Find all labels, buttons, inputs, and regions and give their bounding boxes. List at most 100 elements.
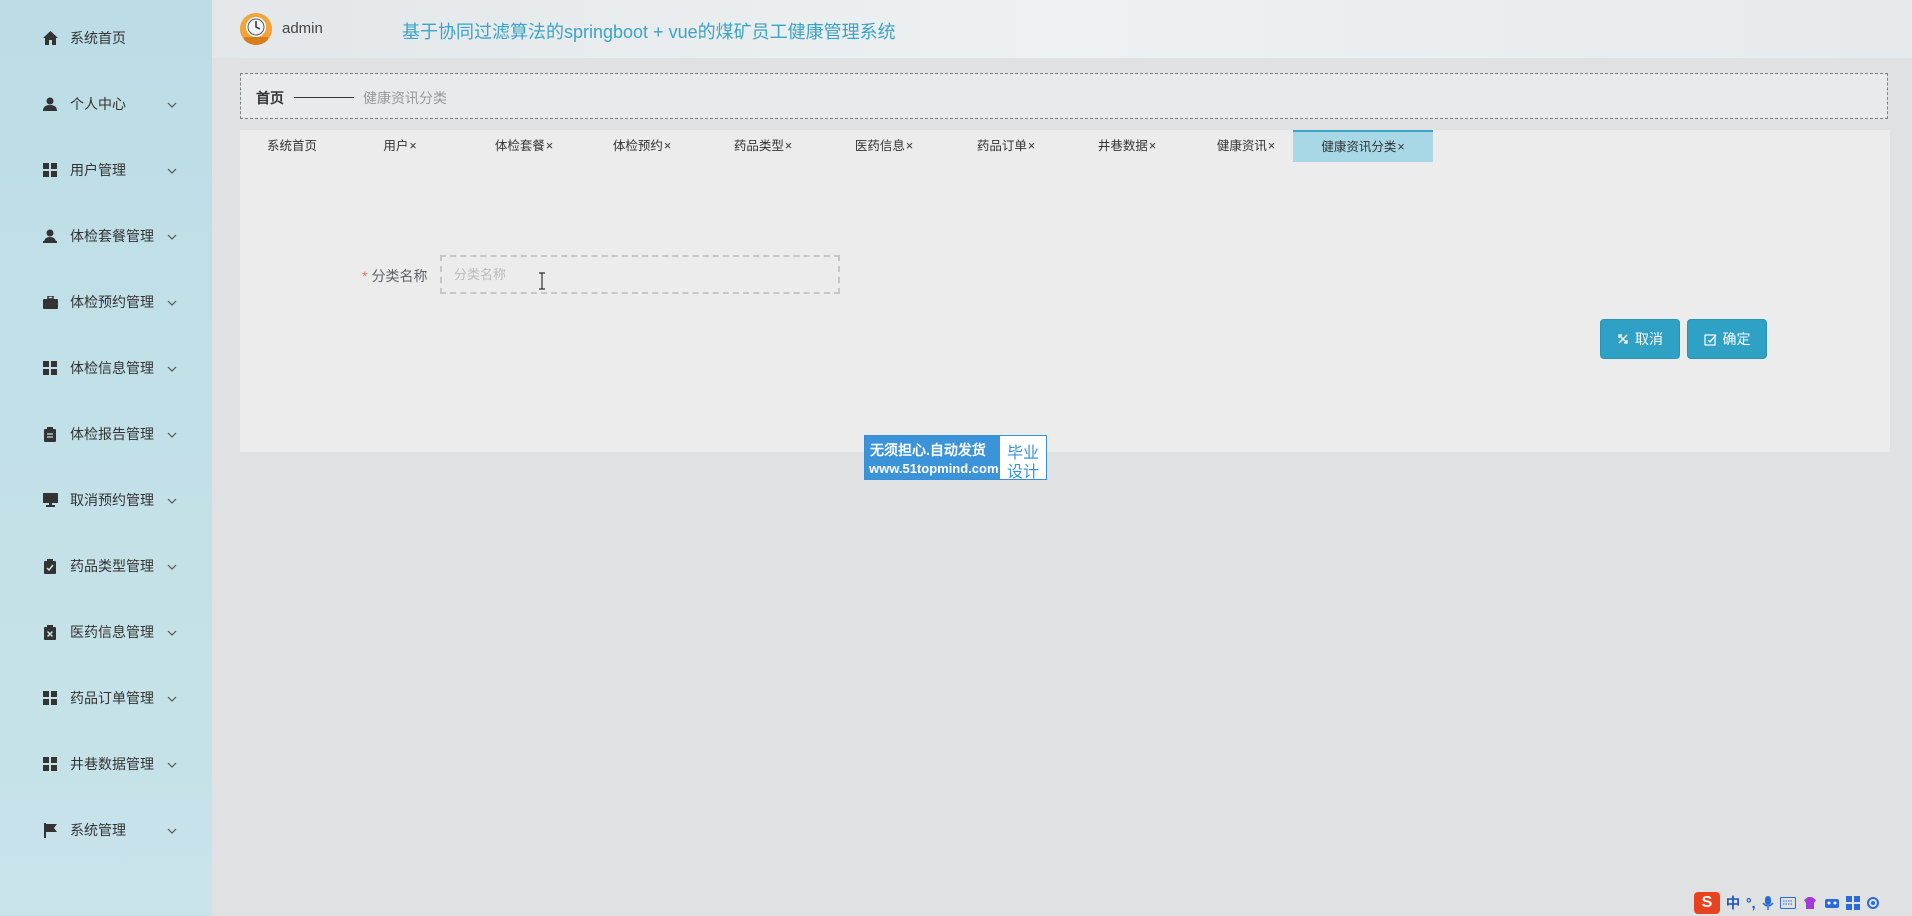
ime-logo-icon[interactable]: S <box>1694 892 1720 914</box>
chevron-down-icon <box>166 824 178 836</box>
briefcase-icon <box>42 294 58 310</box>
watermark-badge: 无须担心.自动发货 www.51topmind.com 毕业 设计 <box>864 435 1047 481</box>
text-cursor-icon <box>539 272 545 290</box>
confirm-button[interactable]: 确定 <box>1687 319 1767 359</box>
watermark-left: 无须担心.自动发货 www.51topmind.com <box>865 436 1000 479</box>
tab-close-icon[interactable]: × <box>664 139 671 153</box>
tab-4[interactable]: 药品类型× <box>698 130 828 162</box>
sidebar-item-3[interactable]: 体检套餐管理 <box>0 216 212 256</box>
sidebar-item-10[interactable]: 药品订单管理 <box>0 678 212 718</box>
breadcrumb-home[interactable]: 首页 <box>256 88 284 108</box>
grid-icon <box>42 162 58 178</box>
chevron-down-icon <box>166 560 178 572</box>
sidebar: 系统首页个人中心用户管理体检套餐管理 体检预约管理体检信息管理体检报告管理取消预约… <box>0 0 212 916</box>
grid-icon <box>42 360 58 376</box>
category-name-label: * 分类名称 <box>362 266 427 286</box>
sidebar-item-label: 药品订单管理 <box>70 690 154 706</box>
tab-label: 井巷数据 <box>1097 139 1148 153</box>
settings-icon[interactable] <box>1866 896 1880 910</box>
grid-icon <box>42 756 58 772</box>
tab-label: 系统首页 <box>266 139 317 153</box>
tab-7[interactable]: 井巷数据× <box>1061 130 1193 162</box>
chevron-down-icon <box>166 230 178 242</box>
sidebar-item-label: 医药信息管理 <box>70 624 154 640</box>
tab-0[interactable]: 系统首页 <box>240 130 344 162</box>
tab-label: 健康资讯 <box>1216 139 1267 153</box>
chevron-down-icon <box>166 626 178 638</box>
username[interactable]: admin <box>282 20 323 37</box>
tab-close-icon[interactable]: × <box>906 139 913 153</box>
sidebar-item-8[interactable]: 药品类型管理 <box>0 546 212 586</box>
system-title: 基于协同过滤算法的springboot + vue的煤矿员工健康管理系统 <box>402 22 896 42</box>
avatar[interactable] <box>240 13 272 45</box>
tab-9[interactable]: 健康资讯分类× <box>1293 130 1433 162</box>
sidebar-item-2[interactable]: 用户管理 <box>0 150 212 190</box>
sidebar-item-label: 个人中心 <box>70 96 126 112</box>
person-icon <box>42 96 58 112</box>
sidebar-item-9[interactable]: 医药信息管理 <box>0 612 212 652</box>
toolbox-icon[interactable] <box>1824 897 1840 909</box>
tab-5[interactable]: 医药信息× <box>819 130 949 162</box>
cancel-button-label: 取消 <box>1635 331 1663 347</box>
chevron-down-icon <box>166 98 178 110</box>
clipboard-x-icon <box>42 624 58 640</box>
chevron-down-icon <box>166 692 178 704</box>
cancel-icon <box>1618 334 1628 344</box>
watermark-line2: www.51topmind.com <box>869 461 999 476</box>
tab-1[interactable]: 用户× <box>344 130 456 162</box>
tab-label: 用户 <box>383 139 409 153</box>
monitor-icon <box>42 492 58 508</box>
tab-close-icon[interactable]: × <box>546 139 553 153</box>
sidebar-item-5[interactable]: 体检信息管理 <box>0 348 212 388</box>
cancel-button[interactable]: 取消 <box>1600 319 1680 359</box>
tab-2[interactable]: 体检套餐× <box>456 130 592 162</box>
tab-label: 药品类型 <box>733 139 784 153</box>
sidebar-item-11[interactable]: 井巷数据管理 <box>0 744 212 784</box>
chevron-down-icon <box>166 296 178 308</box>
ime-mode[interactable]: 中 <box>1726 893 1740 913</box>
chevron-down-icon <box>166 428 178 440</box>
sidebar-item-6[interactable]: 体检报告管理 <box>0 414 212 454</box>
sidebar-item-0[interactable]: 系统首页 <box>0 18 212 58</box>
tab-8[interactable]: 健康资讯× <box>1182 130 1310 162</box>
ime-tray: S 中 °, <box>1694 890 1912 916</box>
breadcrumb: 首页 健康资讯分类 <box>240 73 1888 119</box>
sidebar-item-label: 体检报告管理 <box>70 426 154 442</box>
avatar-image <box>240 13 272 45</box>
flag-icon <box>42 822 58 838</box>
sidebar-item-1[interactable]: 个人中心 <box>0 84 212 124</box>
category-name-label-text: 分类名称 <box>371 268 428 284</box>
chevron-down-icon <box>166 758 178 770</box>
sidebar-item-label: 药品类型管理 <box>70 558 154 574</box>
tab-label: 健康资讯分类 <box>1321 140 1397 154</box>
tab-label: 药品订单 <box>976 139 1027 153</box>
tab-6[interactable]: 药品订单× <box>940 130 1072 162</box>
tab-close-icon[interactable]: × <box>409 139 416 153</box>
chevron-down-icon <box>166 164 178 176</box>
sidebar-item-label: 体检预约管理 <box>70 294 154 310</box>
tab-close-icon[interactable]: × <box>1268 139 1275 153</box>
breadcrumb-current: 健康资讯分类 <box>363 90 447 106</box>
microphone-icon[interactable] <box>1761 895 1774 911</box>
sidebar-item-label: 用户管理 <box>70 162 126 178</box>
tab-close-icon[interactable]: × <box>1397 140 1404 154</box>
sidebar-item-7[interactable]: 取消预约管理 <box>0 480 212 520</box>
sidebar-item-label: 体检套餐管理 <box>70 228 154 244</box>
tab-close-icon[interactable]: × <box>785 139 792 153</box>
tab-3[interactable]: 体检预约× <box>577 130 707 162</box>
sidebar-item-label: 系统管理 <box>70 822 126 838</box>
ime-punct[interactable]: °, <box>1746 895 1756 911</box>
tab-close-icon[interactable]: × <box>1149 139 1156 153</box>
skin-icon[interactable] <box>1802 896 1818 910</box>
home-icon <box>42 30 58 46</box>
tab-close-icon[interactable]: × <box>1028 139 1035 153</box>
chevron-down-icon <box>166 494 178 506</box>
sidebar-item-4[interactable]: 体检预约管理 <box>0 282 212 322</box>
chevron-down-icon <box>166 362 178 374</box>
sidebar-item-12[interactable]: 系统管理 <box>0 810 212 850</box>
keyboard-icon[interactable] <box>1779 897 1796 909</box>
required-mark: * <box>362 268 368 284</box>
category-name-input[interactable] <box>440 255 840 294</box>
apps-icon[interactable] <box>1845 896 1860 910</box>
sidebar-item-label: 系统首页 <box>70 30 126 46</box>
